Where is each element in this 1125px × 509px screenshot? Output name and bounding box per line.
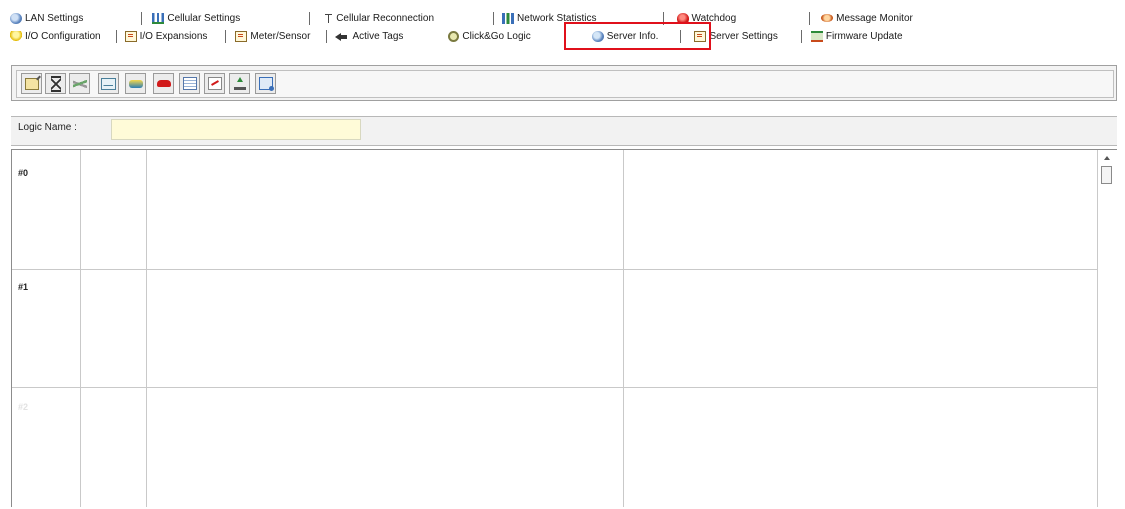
timer-button[interactable] [45, 73, 66, 94]
tab-label: Message Monitor [836, 12, 913, 24]
phone-icon [156, 80, 171, 87]
mail-icon [101, 77, 116, 90]
tab-lan-settings[interactable]: LAN Settings [10, 12, 84, 24]
snmp-icon [72, 77, 87, 90]
chart-button[interactable] [204, 73, 225, 94]
logic-toolbar [11, 65, 1117, 101]
cellular-signal-icon [152, 12, 165, 24]
tab-message-monitor[interactable]: Message Monitor [821, 13, 913, 24]
hourglass-icon [50, 75, 61, 92]
network-bars-icon [502, 12, 515, 24]
logic-name-label: Logic Name : [18, 122, 77, 133]
rule-row-label: #1 [18, 282, 29, 292]
snmp-trap-button[interactable] [69, 73, 90, 94]
vertical-scrollbar[interactable] [1097, 150, 1117, 507]
tab-cellular-settings[interactable]: Cellular Settings [152, 12, 241, 24]
config-icon [258, 77, 274, 91]
tab-label: Click&Go Logic [462, 30, 531, 42]
firmware-icon [810, 30, 823, 42]
tab-io-configuration[interactable]: I/O Configuration [10, 30, 101, 42]
edit-icon [24, 77, 39, 90]
tab-separator [493, 11, 495, 25]
rule-row-label: #0 [18, 168, 29, 178]
tab-firmware-update[interactable]: Firmware Update [810, 30, 903, 42]
tab-row-top: LAN Settings Cellular Settings Cellular … [10, 10, 913, 26]
email-button[interactable] [98, 73, 119, 94]
expansion-icon [124, 30, 137, 42]
selected-tab-highlight [564, 22, 711, 50]
tab-separator [800, 29, 802, 43]
logic-grid: #0 #1 #2 [11, 149, 1117, 507]
toolbar-strip [16, 70, 1114, 98]
tab-label: Meter/Sensor [250, 30, 311, 42]
grid-row-line [12, 269, 1097, 270]
antenna-icon [325, 13, 333, 24]
bulb-icon [10, 30, 22, 42]
tab-label: I/O Expansions [139, 30, 208, 42]
table-button[interactable] [179, 73, 200, 94]
logic-icon [448, 30, 460, 42]
upload-icon [233, 77, 246, 90]
tab-label: LAN Settings [25, 12, 84, 24]
tab-label: I/O Configuration [25, 30, 101, 42]
upload-button[interactable] [229, 73, 250, 94]
message-icon [821, 14, 834, 22]
grid-row-line [12, 387, 1097, 388]
lan-icon [10, 12, 22, 24]
logic-name-input[interactable] [111, 119, 361, 140]
rule-row-label: #2 [18, 402, 29, 412]
table-icon [182, 77, 197, 90]
tab-separator [115, 29, 117, 43]
tab-separator [309, 11, 311, 25]
tab-label: Cellular Reconnection [336, 12, 435, 24]
grid-column-line [80, 150, 81, 507]
meter-icon [235, 30, 248, 42]
tab-cellular-reconnection[interactable]: Cellular Reconnection [325, 13, 434, 24]
tab-separator [141, 11, 143, 25]
tab-label: Firmware Update [825, 30, 903, 42]
tab-row-bottom: I/O Configuration I/O Expansions Meter/S… [10, 28, 903, 44]
tab-label: Cellular Settings [167, 12, 241, 24]
tab-separator [326, 29, 328, 43]
scroll-up-arrow-icon[interactable] [1104, 156, 1110, 160]
chart-icon [207, 77, 222, 90]
tab-separator [809, 11, 811, 25]
phone-button[interactable] [153, 73, 174, 94]
grid-column-line [146, 150, 147, 507]
modem-icon [128, 79, 143, 88]
tab-meter-sensor[interactable]: Meter/Sensor [235, 30, 311, 42]
tab-active-tags[interactable]: Active Tags [335, 31, 403, 42]
grid-column-line [623, 150, 624, 507]
edit-logic-button[interactable] [21, 73, 42, 94]
tab-label: Server Settings [709, 30, 778, 42]
tab-separator [225, 29, 227, 43]
tab-label: Active Tags [352, 30, 404, 42]
tag-arrow-icon [335, 31, 349, 42]
tab-io-expansions[interactable]: I/O Expansions [124, 30, 208, 42]
config-button[interactable] [255, 73, 276, 94]
tab-click-go-logic[interactable]: Click&Go Logic [448, 30, 531, 42]
modem-button[interactable] [125, 73, 146, 94]
scroll-thumb[interactable] [1101, 166, 1112, 184]
